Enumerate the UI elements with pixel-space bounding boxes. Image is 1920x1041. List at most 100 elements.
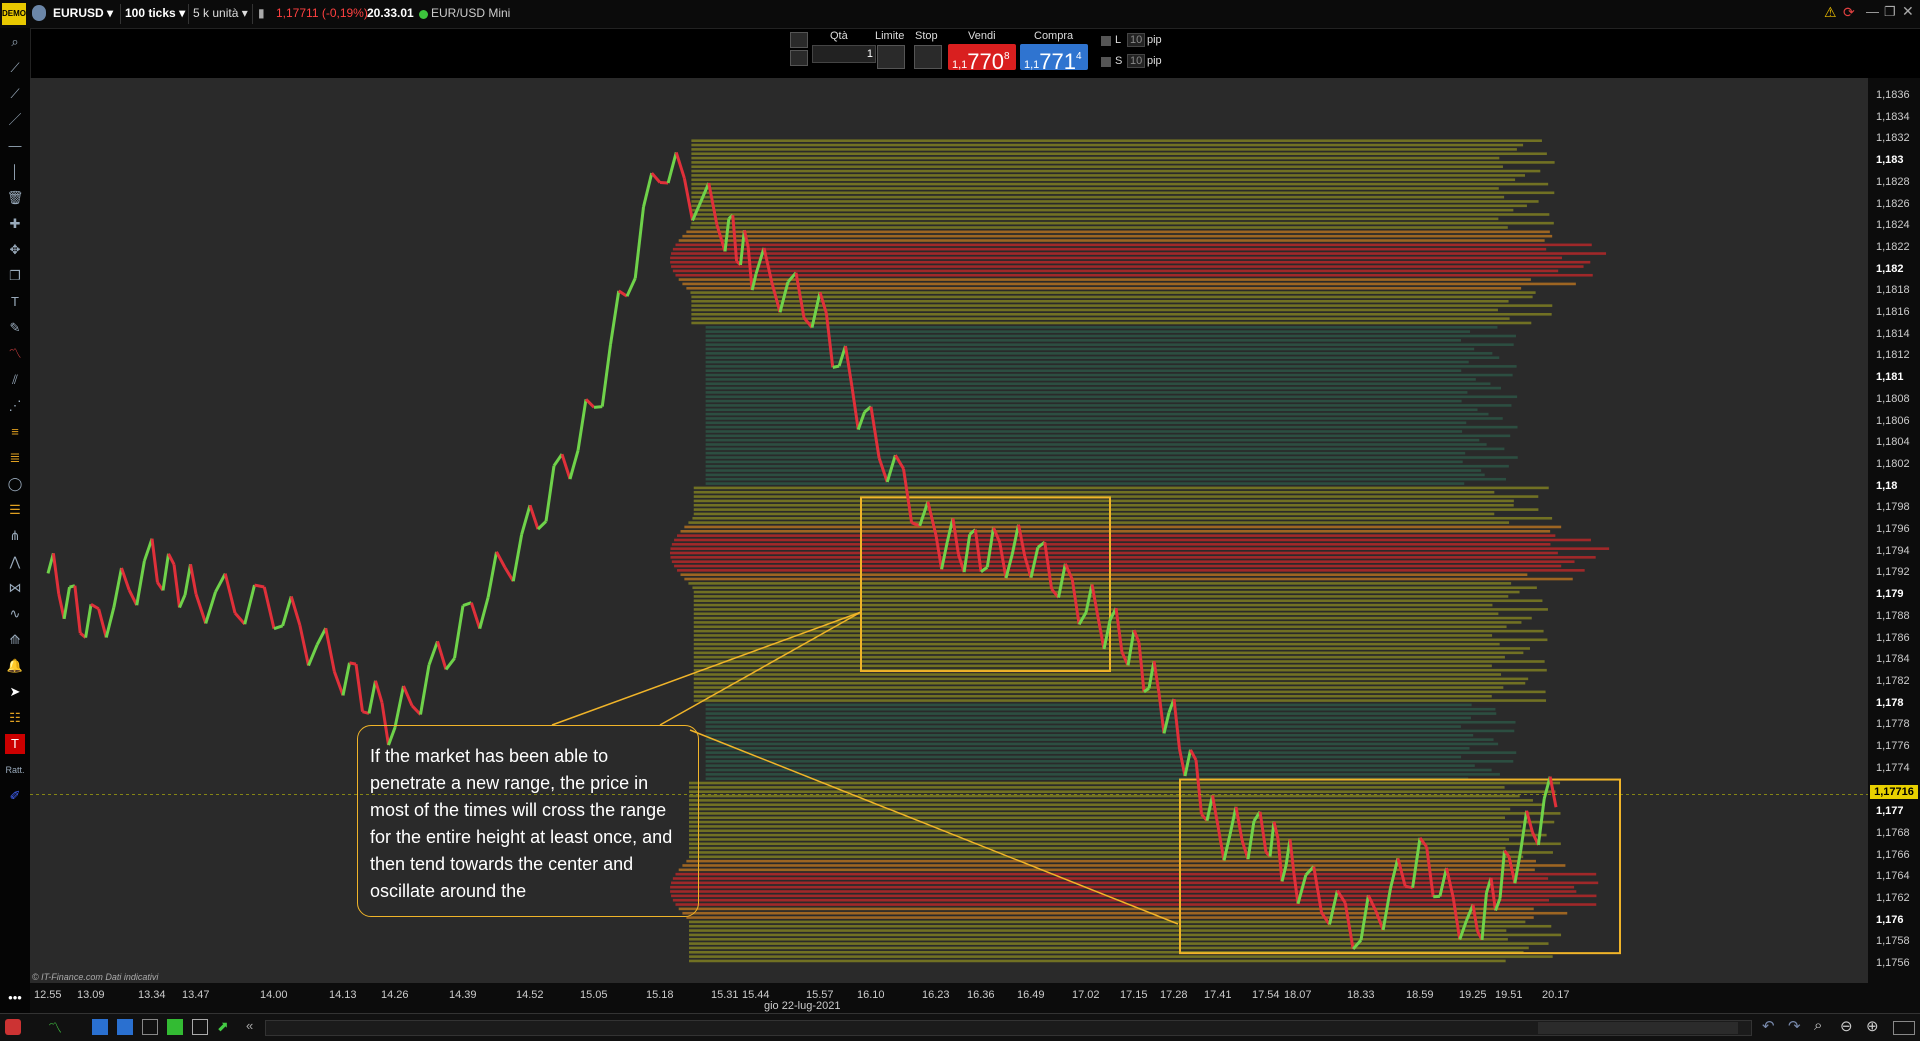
segment-icon[interactable]: ⟋ [5, 84, 25, 104]
trade-t-icon[interactable]: T [5, 734, 25, 754]
share-icon[interactable] [92, 1019, 108, 1035]
profile-band [706, 773, 1500, 776]
vertical-line-icon[interactable]: │ [5, 162, 25, 182]
limit-order-button[interactable] [877, 45, 905, 69]
book-icon[interactable] [167, 1019, 183, 1035]
close-icon[interactable]: ✕ [1902, 3, 1914, 20]
time-tick: 14.39 [449, 989, 477, 1001]
profile-band [686, 860, 1536, 863]
levels-icon[interactable]: ☷ [5, 708, 25, 728]
price-segment [255, 585, 265, 587]
zoom-in-icon[interactable]: ⊕ [1866, 1017, 1879, 1035]
info-icon[interactable]: ▮ [258, 6, 265, 20]
more-icon[interactable]: ••• [5, 988, 25, 1008]
timeframe-selector[interactable]: 100 ticks ▾ [125, 6, 185, 20]
horizontal-line-icon[interactable]: — [5, 136, 25, 156]
price-axis[interactable]: 1,18361,18341,18321,1831,18281,18261,182… [1868, 78, 1920, 983]
scroll-left-icon[interactable]: « [246, 1018, 253, 1033]
demo-badge: DEMO [2, 3, 26, 25]
profile-band [706, 435, 1511, 438]
line-icon[interactable]: ／ [5, 110, 25, 130]
price-segment [152, 539, 158, 583]
minimize-icon[interactable]: — [1866, 4, 1879, 19]
palette-icon[interactable] [5, 1019, 21, 1035]
profile-band [677, 534, 1555, 537]
profile-band [694, 669, 1547, 672]
profile-band [691, 161, 1554, 164]
keyboard-icon[interactable] [1893, 1021, 1915, 1035]
brush-icon[interactable]: ✐ [5, 786, 25, 806]
layout-icon[interactable] [192, 1019, 208, 1035]
gann-icon[interactable]: ⟰ [5, 630, 25, 650]
pattern-icon[interactable]: ⋈ [5, 578, 25, 598]
s-checkbox[interactable] [1101, 57, 1111, 67]
ruler-icon[interactable]: ⟋ [5, 58, 25, 78]
tools-icon[interactable]: ✚ [5, 214, 25, 234]
ratio-icon[interactable]: Ratt. [5, 760, 25, 780]
price-segment [522, 505, 530, 534]
time-tick: 16.23 [922, 989, 950, 1001]
profile-band [674, 539, 1591, 542]
fibonacci-retracement-icon[interactable]: ≣ [5, 448, 25, 468]
table-icon[interactable] [142, 1019, 158, 1035]
fan-icon[interactable]: ⋰ [5, 396, 25, 416]
redo-icon[interactable]: ↷ [1788, 1017, 1801, 1035]
elliott-icon[interactable]: ⋀ [5, 552, 25, 572]
fibonacci-icon[interactable]: ≡ [5, 422, 25, 442]
wrench-icon[interactable] [790, 32, 808, 48]
ellipse-icon[interactable]: ◯ [5, 474, 25, 494]
price-tick: 1,177 [1876, 805, 1904, 817]
trash-icon[interactable]: 🗑 [5, 188, 25, 208]
stop-order-button[interactable] [914, 45, 942, 69]
wave-icon[interactable]: ∿ [5, 604, 25, 624]
indicator-icon[interactable]: 〽 [48, 1018, 62, 1038]
price-segment [264, 587, 274, 629]
window-icon[interactable] [117, 1019, 133, 1035]
s-pips-input[interactable]: 10 [1127, 54, 1145, 68]
horizontal-scrollbar[interactable] [265, 1020, 1752, 1036]
profile-band [689, 825, 1521, 828]
l-checkbox[interactable] [1101, 36, 1111, 46]
channel-icon[interactable]: ⫽ [5, 370, 25, 390]
restore-icon[interactable]: ❐ [1884, 4, 1896, 20]
symbol-selector[interactable]: EURUSD ▾ [53, 6, 113, 20]
scroll-thumb[interactable] [1538, 1022, 1738, 1034]
profile-band [694, 660, 1545, 663]
price-chart[interactable] [30, 78, 1868, 983]
zoom-search-icon[interactable]: ⌕ [5, 32, 25, 52]
chart-add-icon[interactable]: ⬈ [217, 1018, 229, 1035]
profile-band [681, 573, 1528, 576]
units-selector[interactable]: 5 k unità ▾ [193, 6, 248, 20]
copy-icon[interactable]: ❐ [5, 266, 25, 286]
sync-icon[interactable]: ⟳ [1843, 4, 1855, 21]
profile-band [691, 322, 1531, 325]
time-tick: 15.05 [580, 989, 608, 1001]
alarm-bell-icon[interactable]: 🔔 [5, 656, 25, 676]
zoom-fit-icon[interactable]: ⌕ [1814, 1017, 1822, 1034]
cursor-icon[interactable]: ➤ [5, 682, 25, 702]
stop-label: Stop [915, 30, 938, 42]
undo-icon[interactable]: ↶ [1762, 1017, 1775, 1035]
account-icon[interactable] [32, 5, 46, 21]
profile-band [686, 287, 1521, 290]
profile-band [670, 556, 1595, 559]
price-segment [376, 681, 383, 703]
move-icon[interactable]: ✥ [5, 240, 25, 260]
l-pips-input[interactable]: 10 [1127, 33, 1145, 47]
chart-area[interactable] [30, 78, 1868, 983]
warning-icon[interactable]: ⚠ [1824, 4, 1837, 21]
price-change: 1,17711 (-0,19%) [276, 6, 368, 20]
pen-icon[interactable]: ✎ [5, 318, 25, 338]
fib-extension-icon[interactable]: ☰ [5, 500, 25, 520]
profile-band [706, 430, 1462, 433]
text-tool-icon[interactable]: T [5, 292, 25, 312]
price-segment [144, 539, 152, 561]
keyboard-icon[interactable] [790, 50, 808, 66]
trend-icon[interactable]: 〽 [5, 344, 25, 364]
buy-button[interactable]: 1,17714 [1020, 44, 1088, 70]
qty-input[interactable] [812, 45, 876, 63]
zoom-out-icon[interactable]: ⊖ [1840, 1017, 1853, 1035]
sell-button[interactable]: 1,17708 [948, 44, 1016, 70]
time-axis[interactable]: 12.5513.0913.3413.4714.0014.1314.2614.39… [30, 983, 1920, 1013]
pitchfork-icon[interactable]: ⋔ [5, 526, 25, 546]
